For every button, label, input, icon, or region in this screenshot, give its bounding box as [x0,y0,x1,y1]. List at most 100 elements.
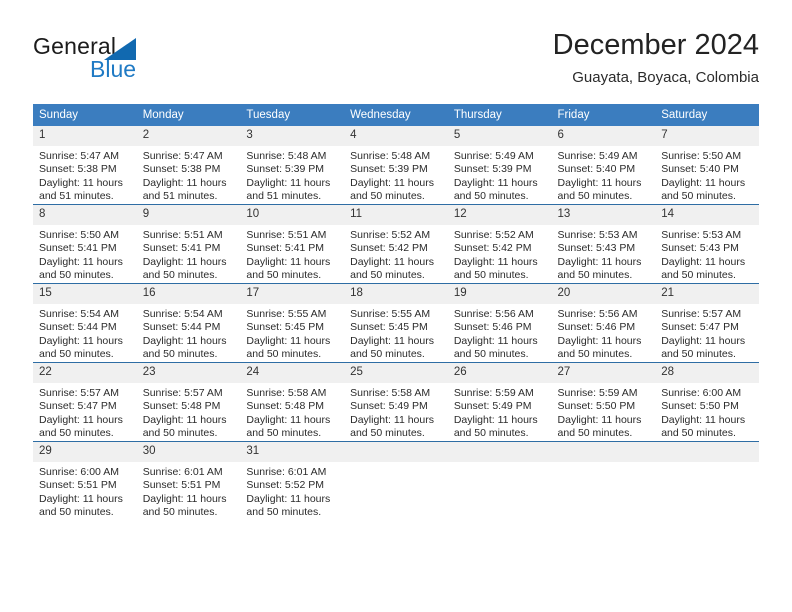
weekday-header-monday: Monday [136,104,241,126]
day-number: 23 [136,363,241,383]
daylight-duration-line2: and 50 minutes. [142,348,218,361]
sunset-time: Sunset: 5:39 PM [246,163,325,176]
calendar-day-cell[interactable]: 10 Sunrise: 5:51 AM Sunset: 5:41 PM Dayligh… [240,204,345,284]
sunset-time: Sunset: 5:38 PM [39,163,117,176]
calendar-day-cell[interactable]: 13 Sunrise: 5:53 AM Sunset: 5:43 PM Dayligh… [551,204,656,284]
calendar-day-cell[interactable]: 12 Sunrise: 5:52 AM Sunset: 5:42 PM Dayligh… [447,204,552,284]
calendar-day-cell[interactable]: 17 Sunrise: 5:55 AM Sunset: 5:45 PM Dayligh… [240,283,345,363]
calendar-day-cell[interactable]: 14 Sunrise: 5:53 AM Sunset: 5:43 PM Dayligh… [655,204,759,284]
sunset-time: Sunset: 5:39 PM [350,163,428,176]
sunrise-time: Sunrise: 5:51 AM [142,229,223,241]
day-number [447,442,552,462]
calendar-day-cell[interactable]: 8 Sunrise: 5:50 AM Sunset: 5:41 PM Daylight… [33,204,137,284]
calendar-day-cell[interactable]: 1 Sunrise: 5:47 AM Sunset: 5:38 PM Daylight… [33,126,137,205]
sunrise-time: Sunrise: 6:01 AM [142,466,223,478]
day-details: Sunrise: 5:48 AM Sunset: 5:39 PM Daylight:… [240,146,344,204]
calendar-day-cell[interactable]: 18 Sunrise: 5:55 AM Sunset: 5:45 PM Dayligh… [344,283,448,363]
sunrise-time: Sunrise: 5:54 AM [39,308,119,320]
daylight-duration-line1: Daylight: 11 hours [246,334,331,347]
calendar-day-cell[interactable]: 6 Sunrise: 5:49 AM Sunset: 5:40 PM Daylight… [551,126,656,205]
daylight-duration-line1: Daylight: 11 hours [39,255,123,268]
calendar-day-cell[interactable]: 21 Sunrise: 5:57 AM Sunset: 5:47 PM Dayligh… [655,283,759,363]
sunrise-time: Sunrise: 5:47 AM [39,150,119,162]
sunset-time: Sunset: 5:50 PM [661,400,739,413]
day-number: 11 [344,205,448,225]
day-details: Sunrise: 6:01 AM Sunset: 5:51 PM Daylight:… [137,462,241,520]
page-header: General Blue December 2024 Guayata, Boya… [0,0,792,100]
calendar-day-cell[interactable]: 26 Sunrise: 5:59 AM Sunset: 5:49 PM Dayligh… [447,362,552,442]
day-number: 10 [240,205,345,225]
day-details: Sunrise: 5:58 AM Sunset: 5:48 PM Daylight:… [240,383,344,441]
calendar-day-cell[interactable]: 23 Sunrise: 5:57 AM Sunset: 5:48 PM Dayligh… [136,362,241,442]
daylight-duration-line2: and 50 minutes. [557,348,633,361]
sunrise-time: Sunrise: 5:59 AM [557,387,638,399]
calendar-day-cell[interactable]: 29 Sunrise: 6:00 AM Sunset: 5:51 PM Dayligh… [33,441,137,520]
day-details: Sunrise: 5:54 AM Sunset: 5:44 PM Daylight:… [33,304,137,362]
sunrise-time: Sunrise: 5:50 AM [39,229,119,241]
sunset-time: Sunset: 5:46 PM [557,321,636,334]
calendar-day-cell[interactable]: 9 Sunrise: 5:51 AM Sunset: 5:41 PM Daylight… [136,204,241,284]
daylight-duration-line1: Daylight: 11 hours [246,176,331,189]
daylight-duration-line1: Daylight: 11 hours [350,255,434,268]
daylight-duration-line1: Daylight: 11 hours [453,176,538,189]
sunset-time: Sunset: 5:50 PM [557,400,636,413]
calendar-day-cell[interactable]: 11 Sunrise: 5:52 AM Sunset: 5:42 PM Dayligh… [344,204,448,284]
day-details: Sunrise: 5:52 AM Sunset: 5:42 PM Daylight:… [448,225,552,283]
day-details: Sunrise: 5:55 AM Sunset: 5:45 PM Daylight:… [240,304,344,362]
page-subtitle: Guayata, Boyaca, Colombia [572,69,759,86]
day-details: Sunrise: 5:53 AM Sunset: 5:43 PM Daylight:… [552,225,656,283]
daylight-duration-line1: Daylight: 11 hours [246,413,331,426]
daylight-duration-line1: Daylight: 11 hours [142,334,227,347]
calendar-day-cell[interactable]: 5 Sunrise: 5:49 AM Sunset: 5:39 PM Daylight… [447,126,552,205]
daylight-duration-line2: and 50 minutes. [246,427,322,440]
calendar-day-cell[interactable]: 16 Sunrise: 5:54 AM Sunset: 5:44 PM Dayligh… [136,283,241,363]
calendar-day-cell[interactable]: 30 Sunrise: 6:01 AM Sunset: 5:51 PM Dayligh… [136,441,241,520]
sunset-time: Sunset: 5:51 PM [39,479,117,492]
day-details: Sunrise: 5:56 AM Sunset: 5:46 PM Daylight:… [448,304,552,362]
calendar-day-cell[interactable]: 20 Sunrise: 5:56 AM Sunset: 5:46 PM Dayligh… [551,283,656,363]
daylight-duration-line1: Daylight: 11 hours [142,255,227,268]
day-number: 2 [136,126,241,146]
calendar-day-cell[interactable]: 31 Sunrise: 6:01 AM Sunset: 5:52 PM Dayligh… [240,441,345,520]
calendar-page: General Blue December 2024 Guayata, Boya… [0,0,792,612]
day-details: Sunrise: 5:49 AM Sunset: 5:39 PM Daylight:… [448,146,552,204]
day-number: 8 [33,205,137,225]
sunrise-time: Sunrise: 5:51 AM [246,229,327,241]
calendar-day-cell[interactable]: 22 Sunrise: 5:57 AM Sunset: 5:47 PM Dayligh… [33,362,137,442]
calendar-week-row: 22 Sunrise: 5:57 AM Sunset: 5:47 PM Dayligh… [33,362,759,442]
sunrise-time: Sunrise: 5:55 AM [246,308,327,320]
calendar-day-cell-empty [551,441,656,520]
calendar-day-cell[interactable]: 3 Sunrise: 5:48 AM Sunset: 5:39 PM Daylight… [240,126,345,205]
page-title: December 2024 [552,29,759,61]
daylight-duration-line2: and 50 minutes. [661,269,736,282]
daylight-duration-line2: and 50 minutes. [246,348,322,361]
daylight-duration-line1: Daylight: 11 hours [142,492,227,505]
sunset-time: Sunset: 5:45 PM [246,321,325,334]
daylight-duration-line2: and 50 minutes. [453,269,529,282]
calendar-day-cell[interactable]: 4 Sunrise: 5:48 AM Sunset: 5:39 PM Daylight… [344,126,448,205]
calendar-day-cell[interactable]: 24 Sunrise: 5:58 AM Sunset: 5:48 PM Dayligh… [240,362,345,442]
day-details [552,462,656,466]
sunset-time: Sunset: 5:51 PM [142,479,221,492]
daylight-duration-line2: and 50 minutes. [350,348,425,361]
calendar-day-cell[interactable]: 15 Sunrise: 5:54 AM Sunset: 5:44 PM Dayligh… [33,283,137,363]
calendar-day-cell[interactable]: 19 Sunrise: 5:56 AM Sunset: 5:46 PM Dayligh… [447,283,552,363]
sunrise-time: Sunrise: 5:53 AM [661,229,742,241]
calendar-day-cell[interactable]: 28 Sunrise: 6:00 AM Sunset: 5:50 PM Dayligh… [655,362,759,442]
daylight-duration-line2: and 50 minutes. [661,427,736,440]
calendar-day-cell[interactable]: 7 Sunrise: 5:50 AM Sunset: 5:40 PM Daylight… [655,126,759,205]
sunrise-time: Sunrise: 5:56 AM [453,308,534,320]
calendar-week-row: 29 Sunrise: 6:00 AM Sunset: 5:51 PM Dayligh… [33,441,759,520]
sunset-time: Sunset: 5:43 PM [557,242,636,255]
calendar-day-cell[interactable]: 2 Sunrise: 5:47 AM Sunset: 5:38 PM Daylight… [136,126,241,205]
day-details: Sunrise: 5:52 AM Sunset: 5:42 PM Daylight:… [344,225,448,283]
day-number: 20 [551,284,656,304]
sunrise-time: Sunrise: 6:01 AM [246,466,327,478]
calendar-day-cell[interactable]: 25 Sunrise: 5:58 AM Sunset: 5:49 PM Dayligh… [344,362,448,442]
day-details: Sunrise: 5:57 AM Sunset: 5:48 PM Daylight:… [137,383,241,441]
calendar-day-cell[interactable]: 27 Sunrise: 5:59 AM Sunset: 5:50 PM Dayligh… [551,362,656,442]
day-details: Sunrise: 6:00 AM Sunset: 5:51 PM Daylight:… [33,462,137,520]
daylight-duration-line1: Daylight: 11 hours [661,413,746,426]
sunset-time: Sunset: 5:45 PM [350,321,428,334]
day-number [655,442,759,462]
